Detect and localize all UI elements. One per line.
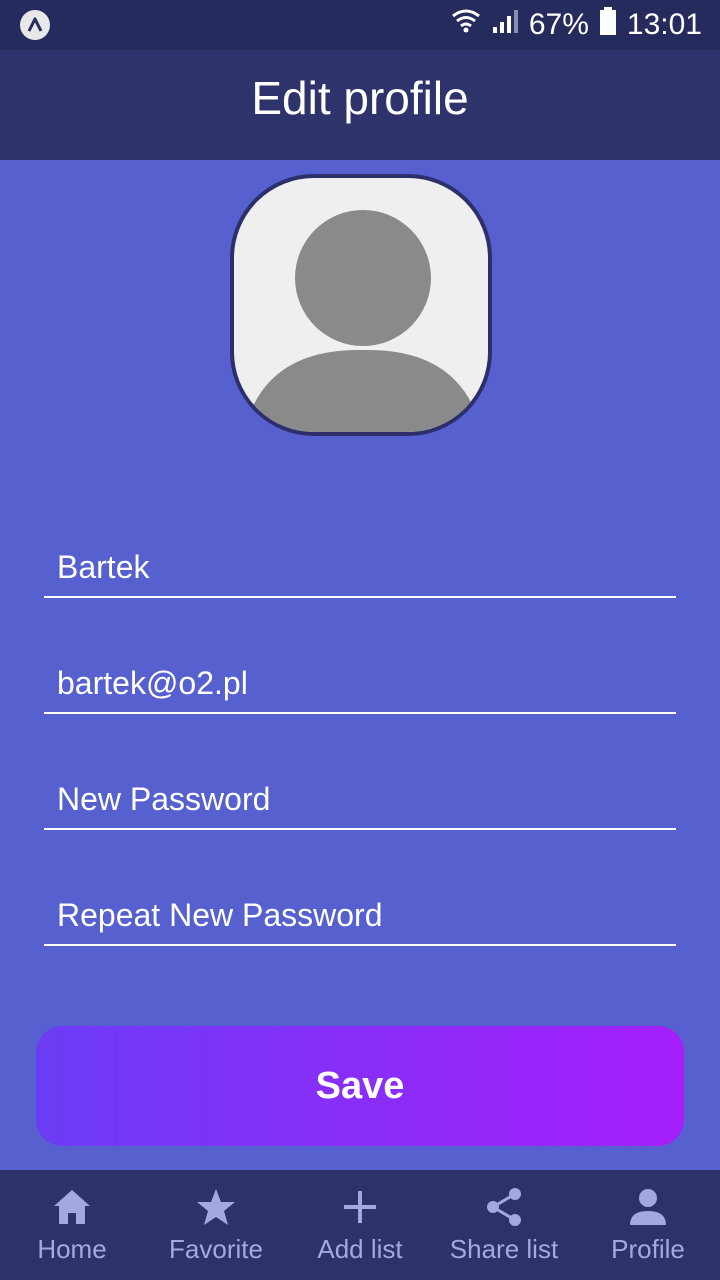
name-field[interactable]: Bartek — [44, 536, 676, 598]
nav-item-share-list[interactable]: Share list — [432, 1170, 576, 1280]
person-icon — [628, 1186, 668, 1228]
app-header: Edit profile — [0, 50, 720, 160]
share-icon — [484, 1186, 524, 1228]
bottom-nav: Home Favorite Add list Share list Profil… — [0, 1170, 720, 1280]
name-value: Bartek — [57, 549, 150, 585]
nav-label-home: Home — [37, 1234, 107, 1264]
nav-label-share-list: Share list — [449, 1234, 559, 1264]
new-password-field[interactable]: New Password — [44, 768, 676, 830]
nav-item-home[interactable]: Home — [0, 1170, 144, 1280]
nav-label-profile: Profile — [611, 1234, 685, 1264]
plus-icon — [342, 1186, 378, 1228]
battery-percent: 67% — [528, 8, 589, 41]
repeat-password-placeholder: Repeat New Password — [57, 897, 383, 933]
app-notification-icon — [20, 10, 50, 40]
repeat-password-field[interactable]: Repeat New Password — [44, 884, 676, 946]
nav-label-favorite: Favorite — [169, 1234, 263, 1264]
clock: 13:01 — [626, 8, 702, 41]
wifi-icon — [451, 6, 481, 44]
status-bar: 67% 13:01 — [0, 0, 720, 50]
star-icon — [196, 1186, 236, 1228]
email-value: bartek@o2.pl — [57, 665, 248, 701]
home-icon — [52, 1186, 92, 1228]
avatar[interactable] — [230, 174, 492, 436]
new-password-placeholder: New Password — [57, 781, 271, 817]
page-title: Edit profile — [251, 72, 469, 124]
nav-item-profile[interactable]: Profile — [576, 1170, 720, 1280]
signal-icon — [491, 7, 519, 43]
email-field[interactable]: bartek@o2.pl — [44, 652, 676, 714]
save-button[interactable]: Save — [36, 1026, 684, 1146]
person-placeholder-icon — [244, 210, 482, 432]
nav-item-favorite[interactable]: Favorite — [144, 1170, 288, 1280]
nav-label-add-list: Add list — [317, 1234, 403, 1264]
battery-icon — [599, 6, 617, 44]
nav-item-add-list[interactable]: Add list — [288, 1170, 432, 1280]
